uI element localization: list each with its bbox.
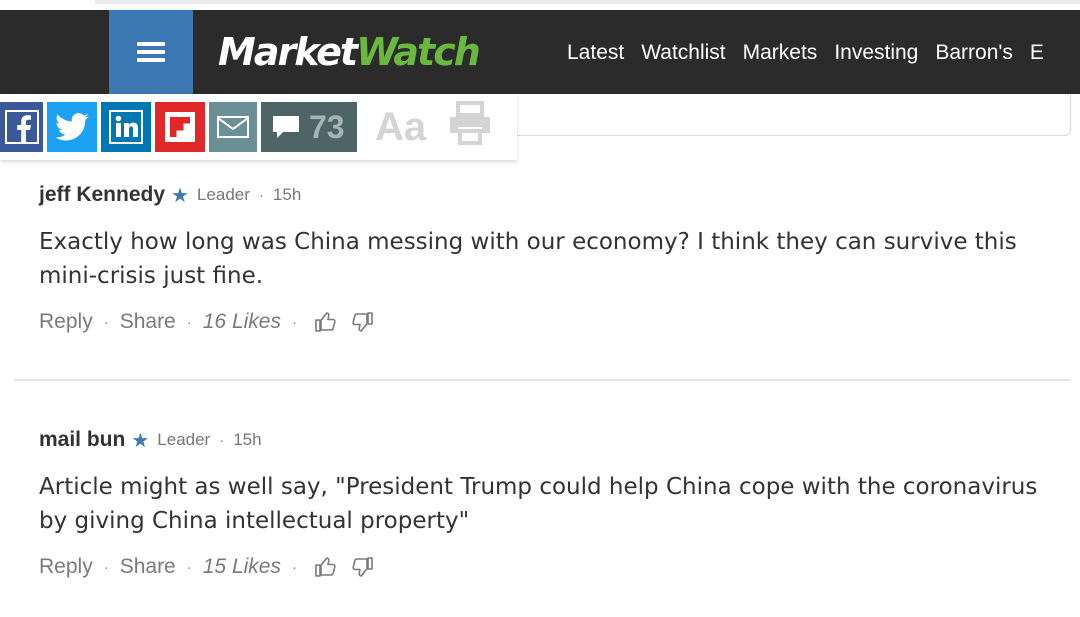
comment-author[interactable]: mail bun: [39, 428, 125, 452]
reply-button[interactable]: Reply: [39, 310, 93, 334]
email-share-button[interactable]: [209, 102, 257, 152]
leader-badge: Leader: [196, 185, 250, 204]
logo-market: Market: [218, 30, 358, 74]
twitter-share-button[interactable]: [47, 102, 97, 152]
action-separator: ·: [186, 313, 192, 331]
comment-actions: Reply · Share · 16 Likes ·: [39, 307, 1069, 337]
article-box-edge: [517, 94, 1071, 136]
comment: jeff Kennedy ★ Leader · 15h Exactly how …: [39, 180, 1069, 337]
comment-text: Article might as well say, "President Tr…: [39, 474, 1038, 534]
action-separator: ·: [291, 313, 297, 331]
comment-author[interactable]: jeff Kennedy: [39, 183, 165, 207]
action-separator: ·: [103, 313, 109, 331]
leader-badge: Leader: [157, 430, 211, 449]
meta-separator: ·: [258, 186, 264, 204]
likes-count[interactable]: 16 Likes: [203, 310, 281, 334]
facebook-icon: [4, 110, 39, 144]
comment-text: Exactly how long was China messing with …: [39, 229, 1017, 289]
thumbs-up-icon[interactable]: [314, 555, 338, 579]
thumbs-down-icon[interactable]: [350, 555, 374, 579]
nav-latest[interactable]: Latest: [567, 40, 624, 66]
meta-separator: ·: [219, 431, 225, 449]
email-icon: [217, 116, 249, 138]
comments-button[interactable]: 73: [261, 102, 357, 152]
facebook-share-button[interactable]: [0, 102, 43, 152]
likes-count[interactable]: 15 Likes: [203, 555, 281, 579]
comment-count: 73: [309, 108, 345, 145]
marketwatch-logo[interactable]: Market Watch: [218, 24, 481, 80]
nav-markets[interactable]: Markets: [743, 40, 818, 66]
site-header: Market Watch Latest Watchlist Markets Inv…: [0, 10, 1080, 94]
reply-button[interactable]: Reply: [39, 555, 93, 579]
comment-actions: Reply · Share · 15 Likes ·: [39, 552, 1069, 582]
nav-investing[interactable]: Investing: [834, 40, 918, 66]
font-size-icon[interactable]: Aa: [375, 104, 426, 150]
print-icon: [450, 101, 490, 145]
action-separator: ·: [291, 558, 297, 576]
linkedin-share-button[interactable]: [101, 102, 151, 152]
thumbs-down-icon[interactable]: [350, 310, 374, 334]
comment-icon: [273, 116, 299, 138]
nav-economy[interactable]: E: [1030, 40, 1044, 66]
comment-time: 15h: [233, 430, 262, 449]
print-button[interactable]: [446, 101, 494, 147]
action-separator: ·: [103, 558, 109, 576]
share-button[interactable]: Share: [120, 310, 176, 334]
hamburger-icon: [137, 42, 165, 62]
comment: mail bun ★ Leader · 15h Article might as…: [39, 425, 1069, 582]
main-nav: Latest Watchlist Markets Investing Barro…: [567, 40, 1061, 66]
thumbs-up-icon[interactable]: [314, 310, 338, 334]
comment-meta: mail bun ★ Leader · 15h: [39, 425, 1069, 455]
top-divider: [95, 0, 1080, 4]
flipboard-share-button[interactable]: [155, 102, 205, 152]
twitter-icon: [55, 113, 89, 141]
star-icon: ★: [171, 184, 189, 207]
flipboard-icon: [165, 112, 195, 142]
star-icon: ★: [131, 429, 150, 452]
share-button[interactable]: Share: [120, 555, 176, 579]
browser-top-strip: [0, 0, 1080, 10]
menu-button[interactable]: [109, 10, 193, 94]
logo-watch: Watch: [356, 30, 481, 74]
nav-barrons[interactable]: Barron's: [935, 40, 1013, 66]
comment-time: 15h: [272, 185, 302, 204]
action-separator: ·: [186, 558, 192, 576]
comment-meta: jeff Kennedy ★ Leader · 15h: [39, 180, 1069, 210]
comment-divider: [14, 379, 1071, 381]
nav-watchlist[interactable]: Watchlist: [641, 40, 725, 66]
linkedin-icon: [109, 110, 143, 144]
